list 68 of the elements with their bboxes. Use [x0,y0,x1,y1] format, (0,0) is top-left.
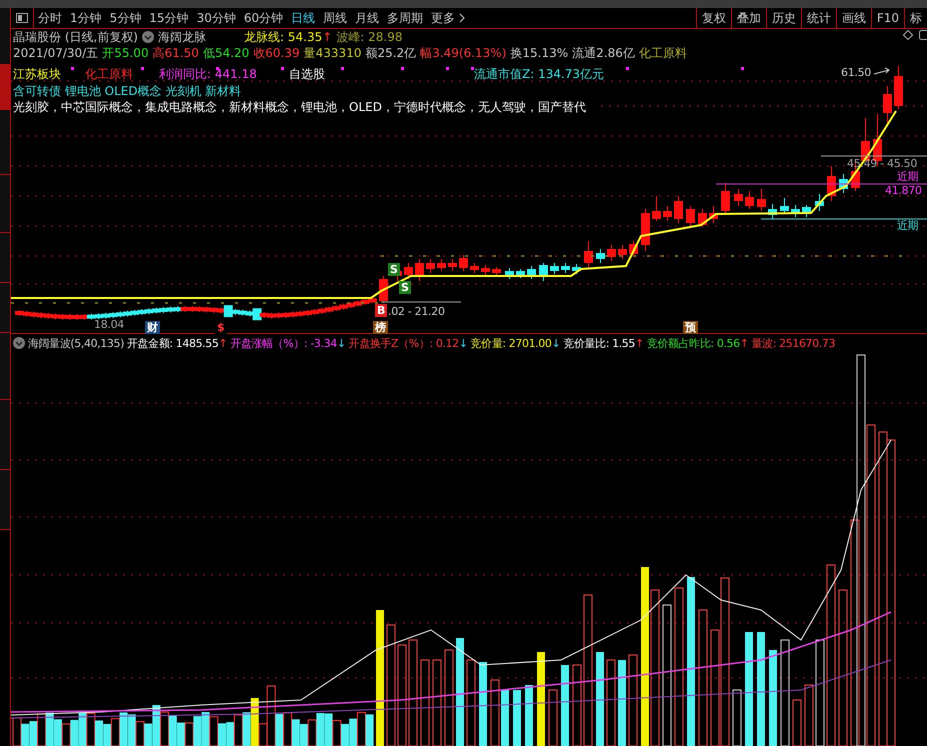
stock-tag: 流通市值Z: 134.73亿元 [474,66,654,83]
signal-marker: 财 [145,321,160,334]
toolbar-button[interactable]: F10 [870,8,904,28]
arrow-icon: ↑ [322,30,332,44]
signal-marker: S [388,263,400,276]
indicator-name: 海阔龙脉 [158,28,206,46]
signal-marker: 榜 [373,321,388,334]
price-label: 41.870 [885,185,922,197]
price-label: 近期 [897,220,918,232]
period-tab[interactable]: 15分钟 [145,10,193,26]
quote-value: 开55.00 [102,44,149,62]
stock-title: 晶瑞股份 (日线,前复权) [13,28,138,46]
quote-value: 收60.39 [253,44,300,62]
quote-value: 化工原料 [638,44,687,62]
quote-value: 低54.20 [202,44,250,62]
period-tab[interactable]: 更多 [427,10,460,26]
signal-marker: 预 [683,321,698,334]
arrow-icon: ↓ [336,336,346,350]
period-tab[interactable]: 60分钟 [240,10,288,26]
period-tab[interactable]: 日线 [287,10,320,26]
toolbar-button[interactable]: 标 [904,8,927,28]
indicator-value: 竞价额占昨比: 0.56 [646,336,740,350]
quote-value: 2021/07/30/五 [13,44,98,62]
arrow-icon: ↑ [218,336,228,350]
price-label: 18.04 [94,319,124,331]
toolbar-button[interactable]: 统计 [800,8,836,28]
stock-tag: 自选股 [289,66,474,83]
toolbar-button[interactable]: 复权 [696,8,731,28]
indicator-value: 开盘涨幅（%）: -3.34 [230,336,337,350]
toolbar-button[interactable]: 叠加 [730,8,766,28]
theme-list: 光刻胶，中芯国际概念，集成电路概念，新材料概念，锂电池，OLED，宁德时代概念，无人驾驶，国产替代 [13,99,586,114]
stock-tag: 化工原料 [85,66,159,83]
price-label: .02 - 21.20 [388,306,445,318]
indicator-value: 开盘金额: 1485.55 [126,336,218,350]
price-label: 近期 [897,171,918,183]
quote-value: 换15.13% [510,44,568,62]
period-tab[interactable]: 1分钟 [66,10,106,26]
indicator-value: 开盘换手Z（%）: 0.12 [348,336,459,350]
quote-value: 流通2.86亿 [572,44,635,62]
concept-list: 含可转债 锂电池 OLED概念 光刻机 新材料 [13,83,242,98]
period-tab[interactable]: 5分钟 [106,10,146,26]
indicator-value: 竞价量: 2701.00 [470,336,552,350]
indicator-value: 竞价量比: 1.55 [563,336,635,350]
quote-value: 高61.50 [152,44,199,62]
indicator-value: 量波: 251670.73 [752,336,836,350]
arrow-icon: ↑ [635,336,644,350]
stock-tag: 利润同比: 441.18 [159,66,289,83]
arrow-icon: ↓ [551,336,560,350]
period-tab[interactable]: 分时 [34,10,66,26]
toolbar-button[interactable]: 画线 [836,8,871,28]
period-tab[interactable]: 30分钟 [192,10,240,26]
price-label: 61.50 [841,67,871,79]
indicator-value: 龙脉线: 54.35 [244,28,322,46]
indicator-name: 海阔量波(5,40,135) [28,336,124,350]
arrow-icon: ↑ [740,336,749,350]
quote-value: 额25.2亿 [365,44,416,62]
signal-marker: B [375,304,388,317]
period-tab[interactable]: 多周期 [383,10,428,26]
arrow-icon: ↓ [458,336,468,350]
quote-value: 量433310 [304,44,362,62]
indicator-value: 波峰: 28.98 [336,28,402,46]
quote-value: 幅3.49(6.13%) [420,44,506,62]
signal-marker: S [399,281,411,294]
signal-marker: $ [215,321,227,334]
stock-tag: 江苏板块 [13,66,85,83]
period-tab[interactable]: 周线 [319,10,352,26]
period-tab[interactable]: 月线 [351,10,384,26]
toolbar-button[interactable]: 历史 [766,8,801,28]
